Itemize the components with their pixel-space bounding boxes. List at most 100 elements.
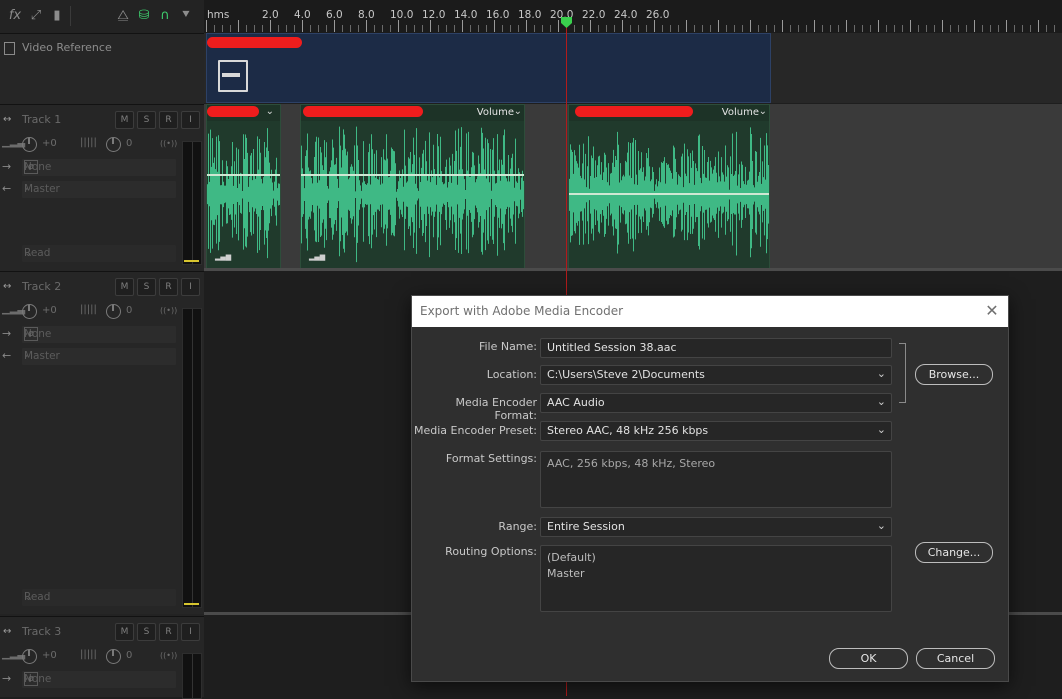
snap-icon[interactable]: ⛁ [135, 8, 153, 24]
record-button[interactable]: R [159, 111, 178, 129]
location-select[interactable]: C:\Users\Steve 2\Documents ⌄ [540, 365, 892, 385]
ruler-tick [238, 20, 239, 32]
magnet-icon[interactable]: ∩ [156, 8, 174, 24]
track-name[interactable]: Track 3 [22, 625, 61, 638]
record-button[interactable]: R [159, 623, 178, 641]
time-ruler[interactable]: hms 2.0 4.0 6.0 8.0 10.0 12.0 14.0 16.0 18.0 20.0… [204, 0, 1062, 34]
phase-icon[interactable]: ø [24, 672, 38, 686]
file-name-input[interactable]: Untitled Session 38.aac [540, 338, 892, 358]
chevron-down-icon: ⌄ [876, 519, 886, 532]
ruler-tick [974, 20, 975, 32]
input-monitor-button[interactable]: I [181, 278, 200, 296]
clip-volume-label[interactable]: Volume [477, 107, 514, 118]
ruler-tick [950, 25, 951, 32]
audio-clip-3[interactable]: Volume ⌄ [568, 104, 770, 270]
track-header-1[interactable]: ↔ Track 1 M S R I ▁▂▃ +0 ||||| 0 ((•)) →… [0, 104, 204, 271]
input-select[interactable]: None › ø [22, 671, 176, 688]
ruler-tick [438, 25, 439, 32]
browse-button[interactable]: Browse... [915, 364, 993, 385]
output-select[interactable]: Master › [22, 348, 176, 365]
preset-select[interactable]: Stereo AAC, 48 kHz 256 kbps ⌄ [540, 421, 892, 441]
mute-button[interactable]: M [115, 623, 134, 641]
chevron-down-icon[interactable]: ⌄ [266, 106, 274, 117]
pan-value[interactable]: 0 [126, 305, 132, 316]
ruler-tick [230, 25, 231, 32]
track-name[interactable]: Track 2 [22, 280, 61, 293]
range-select[interactable]: Entire Session ⌄ [540, 517, 892, 537]
audio-clip-2[interactable]: Volume ⌄ ▂▄▆ [300, 104, 525, 270]
volume-value[interactable]: +0 [42, 305, 57, 316]
phase-icon[interactable]: ø [24, 327, 38, 341]
ruler-origin-label: hms [207, 9, 230, 21]
track-header-3[interactable]: ↔ Track 3 M S R I ▁▂▃ +0 ||||| 0 ((•)) →… [0, 616, 204, 699]
solo-button[interactable]: S [137, 111, 156, 129]
pan-knob[interactable] [106, 304, 121, 319]
video-clip[interactable] [206, 33, 771, 103]
format-select[interactable]: AAC Audio ⌄ [540, 393, 892, 413]
pan-knob[interactable] [106, 649, 121, 664]
change-button[interactable]: Change... [915, 542, 993, 563]
solo-button[interactable]: S [137, 623, 156, 641]
track-grip-icon[interactable]: ↔ [3, 281, 11, 292]
input-monitor-button[interactable]: I [181, 623, 200, 641]
mute-button[interactable]: M [115, 278, 134, 296]
input-select[interactable]: None › ø [22, 326, 176, 343]
volume-envelope[interactable] [207, 174, 280, 176]
waveform-path [301, 126, 524, 263]
track-name[interactable]: Track 1 [22, 113, 61, 126]
ruler-tick [294, 25, 295, 32]
pan-knob[interactable] [106, 137, 121, 152]
chevron-down-icon[interactable]: ⌄ [759, 106, 767, 117]
fx-icon[interactable]: fx [6, 8, 24, 24]
envelope-icon[interactable]: ⤢ [27, 8, 45, 24]
pan-value[interactable]: 0 [126, 138, 132, 149]
ruler-tick [414, 25, 415, 32]
mute-button[interactable]: M [115, 111, 134, 129]
volume-knob[interactable] [22, 137, 37, 152]
ruler-tick [486, 25, 487, 32]
dialog-titlebar[interactable]: Export with Adobe Media Encoder ✕ [412, 296, 1008, 327]
ruler-tick [574, 25, 575, 32]
ruler-tick [878, 20, 879, 32]
solo-button[interactable]: S [137, 278, 156, 296]
clip-volume-label[interactable]: Volume [722, 107, 759, 118]
volume-envelope[interactable] [569, 193, 769, 195]
pin-icon[interactable]: ⯆ [177, 8, 195, 24]
output-select[interactable]: Master › [22, 181, 176, 198]
automation-select[interactable]: Read ⌄ [22, 245, 176, 262]
fx-power-icon[interactable]: ((•)) [160, 306, 177, 315]
audio-clip-1[interactable]: ⌄ ▂▄▆ [206, 104, 281, 270]
phase-icon[interactable]: ø [24, 160, 38, 174]
input-arrow-icon: → [2, 672, 12, 685]
ruler-tick [702, 25, 703, 32]
volume-value[interactable]: +0 [42, 650, 57, 661]
ruler-tick [726, 25, 727, 32]
output-arrow-icon: ← [2, 182, 12, 195]
input-monitor-button[interactable]: I [181, 111, 200, 129]
pan-value[interactable]: 0 [126, 650, 132, 661]
volume-envelope[interactable] [301, 174, 524, 176]
ruler-label: 18.0 [518, 9, 542, 21]
ruler-label: 14.0 [454, 9, 478, 21]
input-select[interactable]: None › ø [22, 159, 176, 176]
track-header-2[interactable]: ↔ Track 2 M S R I ▁▂▃ +0 ||||| 0 ((•)) →… [0, 271, 204, 614]
record-button[interactable]: R [159, 278, 178, 296]
ruler-tick [998, 25, 999, 32]
levels-icon[interactable]: ▮ [48, 8, 66, 24]
metronome-icon[interactable]: ⧋ [114, 8, 132, 24]
video-track-header[interactable]: Video Reference [0, 33, 204, 104]
ruler-tick [902, 25, 903, 32]
close-icon[interactable]: ✕ [982, 301, 1002, 321]
volume-value[interactable]: +0 [42, 138, 57, 149]
ok-button[interactable]: OK [829, 648, 908, 669]
cancel-button[interactable]: Cancel [916, 648, 995, 669]
volume-knob[interactable] [22, 304, 37, 319]
track-grip-icon[interactable]: ↔ [3, 626, 11, 637]
automation-select[interactable]: Read ⌄ [22, 589, 176, 606]
fx-power-icon[interactable]: ((•)) [160, 651, 177, 660]
volume-knob[interactable] [22, 649, 37, 664]
chevron-down-icon[interactable]: ⌄ [514, 106, 522, 117]
fx-power-icon[interactable]: ((•)) [160, 139, 177, 148]
toolbar-divider [70, 6, 71, 26]
track-grip-icon[interactable]: ↔ [3, 114, 11, 125]
